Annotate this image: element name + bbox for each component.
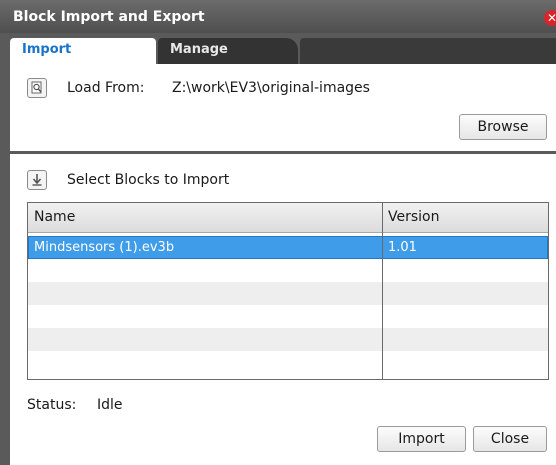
table-header: Name Version xyxy=(28,203,548,233)
download-arrow-icon xyxy=(27,170,47,190)
select-blocks-panel: Select Blocks to Import Name Version Min… xyxy=(10,154,556,465)
table-row-empty[interactable] xyxy=(28,259,548,282)
block-import-export-window: Block Import and Export ✕ Import Manage … xyxy=(0,0,556,465)
status-label: Status: xyxy=(27,397,77,413)
table-row-empty[interactable] xyxy=(28,328,548,351)
folder-search-icon[interactable] xyxy=(27,78,47,98)
tab-strip-filler xyxy=(300,38,556,64)
browse-button[interactable]: Browse xyxy=(459,114,547,140)
window-title: Block Import and Export xyxy=(13,9,205,25)
column-header-version[interactable]: Version xyxy=(388,209,439,225)
close-window-icon[interactable]: ✕ xyxy=(544,10,556,26)
tab-manage[interactable]: Manage xyxy=(158,38,298,64)
import-button[interactable]: Import xyxy=(377,426,466,452)
status-value: Idle xyxy=(97,397,123,413)
tab-import[interactable]: Import xyxy=(10,38,156,64)
row-name-cell: Mindsensors (1).ev3b xyxy=(34,240,175,255)
load-from-label: Load From: xyxy=(67,80,145,96)
close-button[interactable]: Close xyxy=(473,426,547,452)
table-row-empty[interactable] xyxy=(28,305,548,328)
title-bar[interactable]: Block Import and Export ✕ xyxy=(0,0,556,33)
column-header-name[interactable]: Name xyxy=(34,209,75,225)
blocks-table: Name Version Mindsensors (1).ev3b 1.01 xyxy=(27,202,549,380)
table-row-empty[interactable] xyxy=(28,351,548,374)
row-version-cell: 1.01 xyxy=(388,240,417,255)
load-from-path: Z:\work\EV3\original-images xyxy=(172,80,370,96)
table-row-empty[interactable] xyxy=(28,282,548,305)
column-divider[interactable] xyxy=(382,203,383,379)
table-row[interactable]: Mindsensors (1).ev3b 1.01 xyxy=(28,236,548,259)
load-from-panel: Load From: Z:\work\EV3\original-images B… xyxy=(10,64,556,151)
select-blocks-label: Select Blocks to Import xyxy=(67,172,230,188)
